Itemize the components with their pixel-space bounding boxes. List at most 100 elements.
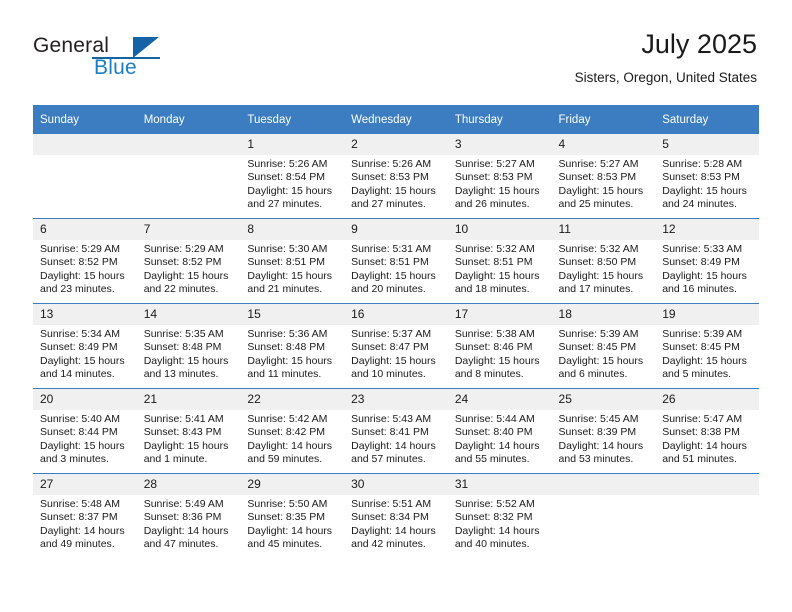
calendar-day-cell[interactable]: 30 Sunrise: 5:51 AM Sunset: 8:34 PM Dayligh… [344, 473, 448, 558]
calendar-day-cell[interactable]: 4 Sunrise: 5:27 AM Sunset: 8:53 PM Daylight… [551, 134, 656, 219]
day-sun-info: Sunrise: 5:27 AM Sunset: 8:53 PM Daylight:… [552, 155, 656, 212]
title-block: July 2025 Sisters, Oregon, United States [575, 28, 757, 88]
calendar-day-cell[interactable]: 1 Sunrise: 5:26 AM Sunset: 8:54 PM Daylight… [240, 134, 345, 219]
calendar-day-cell[interactable]: 12 Sunrise: 5:33 AM Sunset: 8:49 PM Dayligh… [655, 218, 759, 304]
calendar-day-cell[interactable]: 31 Sunrise: 5:52 AM Sunset: 8:32 PM Dayligh… [447, 473, 552, 558]
sunrise-time: Sunrise: 5:41 AM [143, 413, 224, 425]
daylight-duration-line1: Daylight: 15 hours [662, 354, 747, 367]
day-number: 5 [655, 134, 759, 155]
daylight-duration-line2: and 21 minutes. [247, 283, 323, 296]
general-blue-logo[interactable]: General Blue [33, 34, 243, 90]
sunrise-time: Sunrise: 5:47 AM [662, 413, 743, 425]
calendar-day-cell[interactable]: 3 Sunrise: 5:27 AM Sunset: 8:53 PM Daylight… [447, 134, 552, 219]
day-sun-info: Sunrise: 5:52 AM Sunset: 8:32 PM Daylight:… [448, 495, 552, 552]
day-number: 8 [240, 219, 345, 240]
calendar-week-row: 13 Sunrise: 5:34 AM Sunset: 8:49 PM Dayligh… [33, 303, 759, 389]
calendar-day-cell[interactable]: 11 Sunrise: 5:32 AM Sunset: 8:50 PM Dayligh… [551, 218, 656, 304]
sunrise-time: Sunrise: 5:48 AM [40, 498, 120, 510]
calendar-day-cell[interactable]: 22 Sunrise: 5:42 AM Sunset: 8:42 PM Dayligh… [240, 388, 345, 474]
sunset-time: Sunset: 8:54 PM [247, 171, 326, 184]
calendar-day-cell[interactable]: 7 Sunrise: 5:29 AM Sunset: 8:52 PM Daylight… [136, 218, 241, 304]
day-sun-info: Sunrise: 5:34 AM Sunset: 8:49 PM Daylight:… [33, 325, 137, 382]
day-box: 16 Sunrise: 5:37 AM Sunset: 8:47 PM Dayligh… [344, 304, 448, 388]
sunset-time: Sunset: 8:42 PM [247, 426, 326, 439]
daylight-duration-line1: Daylight: 14 hours [40, 524, 125, 537]
day-box: 10 Sunrise: 5:32 AM Sunset: 8:51 PM Dayligh… [447, 219, 552, 303]
sunrise-time: Sunrise: 5:42 AM [247, 413, 328, 425]
daylight-duration-line1: Daylight: 15 hours [247, 184, 333, 197]
calendar-cell-empty [551, 473, 656, 558]
day-number [655, 474, 759, 495]
weekday-header-row: Sunday Monday Tuesday Wednesday Thursday… [33, 105, 759, 134]
calendar-cell-empty [655, 473, 759, 558]
day-sun-info: Sunrise: 5:49 AM Sunset: 8:36 PM Daylight:… [137, 495, 241, 552]
daylight-duration-line1: Daylight: 15 hours [662, 269, 747, 282]
calendar-day-cell[interactable]: 5 Sunrise: 5:28 AM Sunset: 8:53 PM Daylight… [655, 134, 759, 219]
calendar-day-cell[interactable]: 2 Sunrise: 5:26 AM Sunset: 8:53 PM Daylight… [344, 134, 448, 219]
calendar-day-cell[interactable]: 21 Sunrise: 5:41 AM Sunset: 8:43 PM Dayligh… [136, 388, 241, 474]
daylight-duration-line1: Daylight: 15 hours [454, 354, 540, 367]
sunrise-time: Sunrise: 5:28 AM [662, 158, 743, 170]
sunset-time: Sunset: 8:43 PM [143, 426, 222, 439]
sunset-time: Sunset: 8:34 PM [351, 511, 429, 524]
day-box: 25 Sunrise: 5:45 AM Sunset: 8:39 PM Dayligh… [551, 389, 656, 473]
daylight-duration-line2: and 5 minutes. [662, 368, 732, 381]
day-sun-info: Sunrise: 5:29 AM Sunset: 8:52 PM Daylight:… [137, 240, 241, 297]
day-number: 28 [136, 474, 241, 495]
calendar-day-cell[interactable]: 14 Sunrise: 5:35 AM Sunset: 8:48 PM Dayligh… [136, 303, 241, 389]
day-number: 18 [551, 304, 656, 325]
daylight-duration-line2: and 55 minutes. [454, 453, 530, 466]
calendar-day-cell[interactable]: 10 Sunrise: 5:32 AM Sunset: 8:51 PM Dayligh… [447, 218, 552, 304]
calendar-day-cell[interactable]: 26 Sunrise: 5:47 AM Sunset: 8:38 PM Dayligh… [655, 388, 759, 474]
calendar-day-cell[interactable]: 27 Sunrise: 5:48 AM Sunset: 8:37 PM Dayligh… [33, 473, 137, 558]
calendar-week-row: 20 Sunrise: 5:40 AM Sunset: 8:44 PM Dayligh… [33, 388, 759, 474]
calendar-day-cell[interactable]: 29 Sunrise: 5:50 AM Sunset: 8:35 PM Dayligh… [240, 473, 345, 558]
sunrise-time: Sunrise: 5:39 AM [558, 328, 639, 340]
day-number: 25 [551, 389, 656, 410]
sunset-time: Sunset: 8:45 PM [662, 341, 740, 354]
sunset-time: Sunset: 8:53 PM [558, 171, 637, 184]
calendar-day-cell[interactable]: 28 Sunrise: 5:49 AM Sunset: 8:36 PM Dayligh… [136, 473, 241, 558]
day-number: 23 [344, 389, 448, 410]
day-sun-info: Sunrise: 5:26 AM Sunset: 8:53 PM Daylight:… [344, 155, 448, 212]
sunrise-time: Sunrise: 5:30 AM [247, 243, 328, 255]
day-box: 11 Sunrise: 5:32 AM Sunset: 8:50 PM Dayligh… [551, 219, 656, 303]
daylight-duration-line1: Daylight: 15 hours [143, 439, 229, 452]
day-box: 31 Sunrise: 5:52 AM Sunset: 8:32 PM Dayligh… [447, 474, 552, 558]
calendar-day-cell[interactable]: 25 Sunrise: 5:45 AM Sunset: 8:39 PM Dayligh… [551, 388, 656, 474]
calendar-day-cell[interactable]: 17 Sunrise: 5:38 AM Sunset: 8:46 PM Dayligh… [447, 303, 552, 389]
calendar-day-cell[interactable]: 16 Sunrise: 5:37 AM Sunset: 8:47 PM Dayligh… [344, 303, 448, 389]
calendar-day-cell[interactable]: 6 Sunrise: 5:29 AM Sunset: 8:52 PM Daylight… [33, 218, 137, 304]
day-sun-info: Sunrise: 5:30 AM Sunset: 8:51 PM Daylight:… [240, 240, 344, 297]
daylight-duration-line2: and 42 minutes. [351, 538, 426, 551]
calendar-week-row: 1 Sunrise: 5:26 AM Sunset: 8:54 PM Daylight… [33, 134, 759, 219]
sunset-time: Sunset: 8:49 PM [662, 256, 740, 269]
calendar-cell-empty [136, 134, 241, 219]
calendar-page: General Blue July 2025 Sisters, Oregon, … [0, 0, 792, 612]
sunset-time: Sunset: 8:38 PM [662, 426, 740, 439]
calendar-week-row: 6 Sunrise: 5:29 AM Sunset: 8:52 PM Daylight… [33, 218, 759, 304]
day-sun-info: Sunrise: 5:47 AM Sunset: 8:38 PM Daylight:… [655, 410, 759, 467]
day-sun-info: Sunrise: 5:29 AM Sunset: 8:52 PM Daylight:… [33, 240, 137, 297]
calendar-day-cell[interactable]: 18 Sunrise: 5:39 AM Sunset: 8:45 PM Dayligh… [551, 303, 656, 389]
calendar-day-cell[interactable]: 13 Sunrise: 5:34 AM Sunset: 8:49 PM Dayligh… [33, 303, 137, 389]
daylight-duration-line1: Daylight: 15 hours [247, 354, 333, 367]
calendar-day-cell[interactable]: 15 Sunrise: 5:36 AM Sunset: 8:48 PM Dayligh… [240, 303, 345, 389]
sunrise-time: Sunrise: 5:45 AM [558, 413, 639, 425]
sunset-time: Sunset: 8:36 PM [143, 511, 222, 524]
calendar-day-cell[interactable]: 8 Sunrise: 5:30 AM Sunset: 8:51 PM Daylight… [240, 218, 345, 304]
daylight-duration-line2: and 10 minutes. [351, 368, 426, 381]
calendar-day-cell[interactable]: 19 Sunrise: 5:39 AM Sunset: 8:45 PM Dayligh… [655, 303, 759, 389]
day-sun-info: Sunrise: 5:31 AM Sunset: 8:51 PM Daylight:… [344, 240, 448, 297]
daylight-duration-line2: and 57 minutes. [351, 453, 426, 466]
calendar-week-row: 27 Sunrise: 5:48 AM Sunset: 8:37 PM Dayligh… [33, 473, 759, 558]
weekday-header-sunday: Sunday [33, 105, 137, 134]
calendar-day-cell[interactable]: 9 Sunrise: 5:31 AM Sunset: 8:51 PM Daylight… [344, 218, 448, 304]
daylight-duration-line1: Daylight: 14 hours [662, 439, 747, 452]
calendar-day-cell[interactable]: 24 Sunrise: 5:44 AM Sunset: 8:40 PM Dayligh… [447, 388, 552, 474]
calendar-day-cell[interactable]: 20 Sunrise: 5:40 AM Sunset: 8:44 PM Dayligh… [33, 388, 137, 474]
calendar-day-cell[interactable]: 23 Sunrise: 5:43 AM Sunset: 8:41 PM Dayligh… [344, 388, 448, 474]
day-box: 26 Sunrise: 5:47 AM Sunset: 8:38 PM Dayligh… [655, 389, 759, 473]
sunrise-time: Sunrise: 5:33 AM [662, 243, 743, 255]
day-number: 17 [447, 304, 552, 325]
